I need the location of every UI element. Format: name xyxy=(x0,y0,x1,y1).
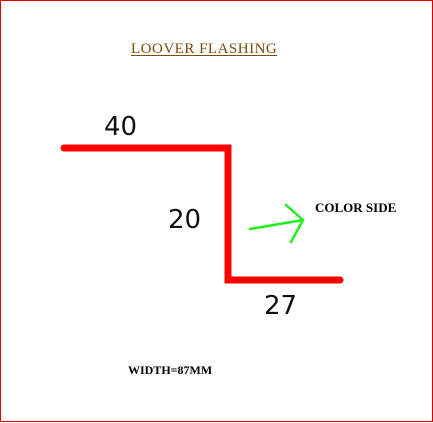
bottom-flange-dimension: 27 xyxy=(264,291,298,321)
width-label: WIDTH=87MM xyxy=(128,363,213,377)
vertical-web-dimension: 20 xyxy=(168,205,202,235)
color-side-arrow-icon xyxy=(248,203,305,244)
color-side-label: COLOR SIDE xyxy=(315,200,397,215)
drawing-title: LOOVER FLASHING xyxy=(131,41,278,57)
flashing-profile-line xyxy=(60,144,344,284)
top-flange-dimension: 40 xyxy=(104,112,138,142)
drawing-canvas: LOOVER FLASHING 40 20 27 COLOR SIDE WIDT… xyxy=(0,0,433,422)
